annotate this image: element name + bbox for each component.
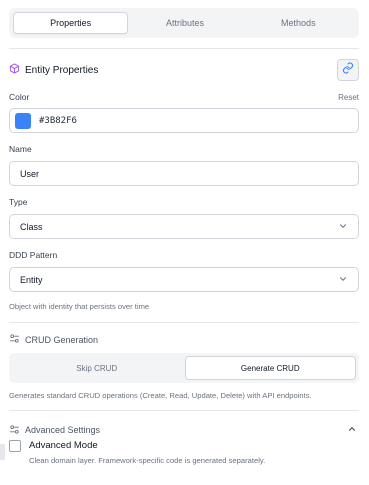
tab-bar: Properties Attributes Methods xyxy=(9,8,359,38)
link-button[interactable] xyxy=(337,59,359,81)
tab-properties[interactable]: Properties xyxy=(13,12,129,34)
divider xyxy=(9,322,359,323)
entity-properties-header: Entity Properties xyxy=(9,59,359,81)
name-input[interactable]: User xyxy=(9,161,359,186)
entity-properties-panel: Properties Attributes Methods xyxy=(9,8,359,38)
ddd-pattern-label: DDD Pattern xyxy=(9,250,58,260)
name-value: User xyxy=(20,168,40,179)
link-icon xyxy=(342,61,354,79)
color-label-row: Color Reset xyxy=(9,92,359,102)
ddd-pattern-select[interactable]: Entity xyxy=(9,267,359,292)
advanced-settings-title: Advanced Settings xyxy=(25,425,101,435)
color-swatch[interactable] xyxy=(15,112,31,129)
color-field[interactable]: #3B82F6 xyxy=(9,108,359,133)
panel-edge-marker xyxy=(0,444,5,460)
type-value: Class xyxy=(20,221,43,232)
type-select[interactable]: Class xyxy=(9,214,359,239)
reset-link[interactable]: Reset xyxy=(338,93,359,102)
cube-icon xyxy=(9,63,20,77)
skip-crud-button[interactable]: Skip CRUD xyxy=(12,356,182,380)
advanced-settings-header[interactable]: Advanced Settings xyxy=(9,421,357,439)
color-label: Color xyxy=(9,92,30,102)
chevron-down-icon xyxy=(338,274,348,286)
advanced-mode-label: Advanced Mode xyxy=(29,440,98,451)
chevron-down-icon xyxy=(338,221,348,233)
generate-crud-button[interactable]: Generate CRUD xyxy=(184,356,356,380)
tab-attributes[interactable]: Attributes xyxy=(128,12,241,34)
type-label: Type xyxy=(9,197,28,207)
advanced-mode-helper: Clean domain layer. Framework-specific c… xyxy=(29,456,266,465)
crud-toggle: Skip CRUD Generate CRUD xyxy=(9,353,359,383)
color-hex-value: #3B82F6 xyxy=(39,115,77,126)
name-label: Name xyxy=(9,144,32,154)
ddd-pattern-value: Entity xyxy=(20,274,43,285)
crud-generation-title: CRUD Generation xyxy=(25,334,99,345)
settings-sliders-icon xyxy=(9,333,20,346)
crud-generation-header: CRUD Generation xyxy=(9,333,98,346)
divider xyxy=(9,410,359,411)
crud-helper: Generates standard CRUD operations (Crea… xyxy=(9,391,312,400)
advanced-mode-checkbox[interactable] xyxy=(9,440,21,452)
chevron-up-icon[interactable] xyxy=(347,421,357,439)
entity-properties-title: Entity Properties xyxy=(25,64,99,76)
advanced-settings-title-group: Advanced Settings xyxy=(9,424,100,437)
settings-sliders-icon xyxy=(9,424,20,437)
tab-methods[interactable]: Methods xyxy=(242,12,355,34)
section-title: Entity Properties xyxy=(9,63,98,77)
ddd-pattern-helper: Object with identity that persists over … xyxy=(9,302,150,311)
divider xyxy=(9,48,359,49)
